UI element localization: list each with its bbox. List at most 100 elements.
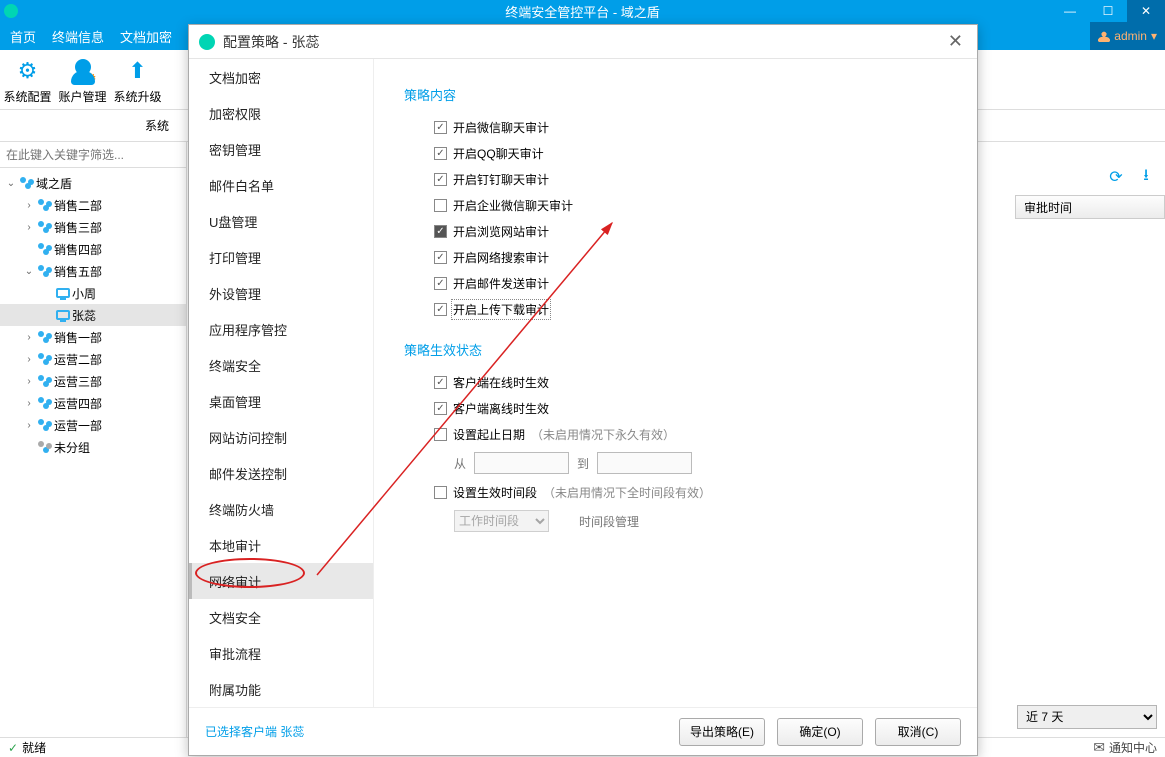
search-input[interactable] (0, 142, 186, 167)
dialog-close-button[interactable]: ✕ (944, 31, 967, 52)
dialog-title: 配置策略 - 张蕊 (223, 32, 319, 52)
policy-category-item[interactable]: 文档加密 (189, 59, 373, 95)
date-from-input[interactable] (474, 452, 569, 474)
tree-node[interactable]: ›运营三部 (0, 370, 186, 392)
notify-center[interactable]: ✉通知中心 (1093, 739, 1157, 756)
checkbox[interactable] (434, 147, 447, 160)
group-icon (36, 397, 54, 409)
tree-node[interactable]: ›运营一部 (0, 414, 186, 436)
checkbox[interactable] (434, 199, 447, 212)
maximize-button[interactable]: ☐ (1089, 0, 1127, 22)
policy-category-item[interactable]: 应用程序管控 (189, 311, 373, 347)
menu-home[interactable]: 首页 (10, 27, 36, 46)
time-filter-select[interactable]: 近 7 天 (1017, 705, 1157, 729)
checkbox[interactable] (434, 402, 447, 415)
policy-category-item[interactable]: 附属功能 (189, 671, 373, 707)
tree-node[interactable]: › 运营二部 (0, 348, 186, 370)
expand-icon[interactable]: ⌄ (22, 266, 36, 277)
option-label: 开启网络搜索审计 (453, 249, 549, 266)
expand-icon[interactable]: › (22, 398, 36, 409)
checkbox[interactable] (434, 173, 447, 186)
tree-label: 域之盾 (36, 175, 72, 192)
option-label: 开启钉钉聊天审计 (453, 171, 549, 188)
policy-category-item[interactable]: 本地审计 (189, 527, 373, 563)
tool-system-upgrade[interactable]: ⬆ 系统升级 (110, 56, 165, 105)
close-button[interactable]: ✕ (1127, 0, 1165, 22)
tree-node[interactable]: ›运营四部 (0, 392, 186, 414)
policy-category-item[interactable]: 网络审计 (189, 563, 373, 599)
checkbox[interactable] (434, 225, 447, 238)
expand-icon[interactable]: › (22, 376, 36, 387)
checkbox[interactable] (434, 121, 447, 134)
expand-icon[interactable]: › (22, 222, 36, 233)
date-to-input[interactable] (597, 452, 692, 474)
tree-label: 张蕊 (72, 307, 96, 324)
policy-category-item[interactable]: 桌面管理 (189, 383, 373, 419)
tree-node[interactable]: › 销售二部 (0, 194, 186, 216)
policy-content: 策略内容 开启微信聊天审计开启QQ聊天审计开启钉钉聊天审计开启企业微信聊天审计开… (374, 59, 977, 707)
expand-icon[interactable]: ⌄ (4, 178, 18, 189)
policy-category-item[interactable]: 终端安全 (189, 347, 373, 383)
menu-doc-encrypt[interactable]: 文档加密 (120, 27, 172, 46)
checkbox[interactable] (434, 376, 447, 389)
tree-node[interactable]: ⌄ 销售五部 (0, 260, 186, 282)
policy-category-item[interactable]: 密钥管理 (189, 131, 373, 167)
expand-icon[interactable]: › (22, 332, 36, 343)
tree-label: 运营二部 (54, 351, 102, 368)
policy-category-item[interactable]: U盘管理 (189, 203, 373, 239)
subbar-label[interactable]: 系统 (145, 117, 169, 134)
expand-icon[interactable]: › (22, 200, 36, 211)
policy-category-item[interactable]: 打印管理 (189, 239, 373, 275)
grid-header-approval-time[interactable]: 审批时间 (1015, 195, 1165, 219)
cancel-button[interactable]: 取消(C) (875, 718, 961, 746)
tree-node[interactable]: 张蕊 (0, 304, 186, 326)
dialog-footer: 已选择客户端 张蕊 导出策略(E) 确定(O) 取消(C) (189, 707, 977, 755)
checkbox[interactable] (434, 486, 447, 499)
menu-terminal-info[interactable]: 终端信息 (52, 27, 104, 46)
policy-option-row: 开启企业微信聊天审计 (404, 192, 947, 218)
tree-node[interactable]: ⌄ 域之盾 (0, 172, 186, 194)
tree-node[interactable]: 小周 (0, 282, 186, 304)
policy-option-row: 开启网络搜索审计 (404, 244, 947, 270)
tool-account-manage[interactable]: ⚙ 账户管理 (55, 56, 110, 105)
dialog-titlebar: 配置策略 - 张蕊 ✕ (189, 25, 977, 59)
tool-system-config[interactable]: ⚙ 系统配置 (0, 56, 55, 105)
time-period-select[interactable]: 工作时间段 (454, 510, 549, 532)
config-policy-dialog: 配置策略 - 张蕊 ✕ 文档加密加密权限密钥管理邮件白名单U盘管理打印管理外设管… (188, 24, 978, 756)
tree-node[interactable]: ›销售三部 (0, 216, 186, 238)
upgrade-icon: ⬆ (123, 56, 153, 86)
checkbox[interactable] (434, 251, 447, 264)
policy-option-row: 开启钉钉聊天审计 (404, 166, 947, 192)
tree-node[interactable]: 未分组 (0, 436, 186, 458)
checkbox[interactable] (434, 428, 447, 441)
effect-option-row: 设置起止日期（未启用情况下永久有效） (404, 421, 947, 447)
expand-icon[interactable]: › (22, 354, 36, 365)
policy-category-item[interactable]: 审批流程 (189, 635, 373, 671)
policy-category-item[interactable]: 外设管理 (189, 275, 373, 311)
tree-node[interactable]: 销售四部 (0, 238, 186, 260)
tree-label: 销售四部 (54, 241, 102, 258)
ok-button[interactable]: 确定(O) (777, 718, 863, 746)
time-manage-link[interactable]: 时间段管理 (579, 513, 639, 530)
checkbox[interactable] (434, 277, 447, 290)
policy-category-item[interactable]: 邮件白名单 (189, 167, 373, 203)
checkbox[interactable] (434, 303, 447, 316)
policy-category-item[interactable]: 加密权限 (189, 95, 373, 131)
tree-label: 销售二部 (54, 197, 102, 214)
pc-icon (54, 310, 72, 320)
policy-category-item[interactable]: 网站访问控制 (189, 419, 373, 455)
admin-badge[interactable]: admin ▾ (1090, 22, 1165, 50)
group-icon (36, 375, 54, 387)
option-label: 开启QQ聊天审计 (453, 145, 544, 162)
refresh-icon[interactable]: ⟳ (1107, 168, 1125, 186)
expand-icon[interactable]: › (22, 420, 36, 431)
minimize-button[interactable]: — (1051, 0, 1089, 22)
export-policy-button[interactable]: 导出策略(E) (679, 718, 765, 746)
option-label: 开启微信聊天审计 (453, 119, 549, 136)
tree-label: 销售五部 (54, 263, 102, 280)
policy-category-item[interactable]: 文档安全 (189, 599, 373, 635)
download-icon[interactable]: ⭳ (1137, 168, 1155, 186)
policy-category-item[interactable]: 邮件发送控制 (189, 455, 373, 491)
tree-node[interactable]: ›销售一部 (0, 326, 186, 348)
policy-category-item[interactable]: 终端防火墙 (189, 491, 373, 527)
